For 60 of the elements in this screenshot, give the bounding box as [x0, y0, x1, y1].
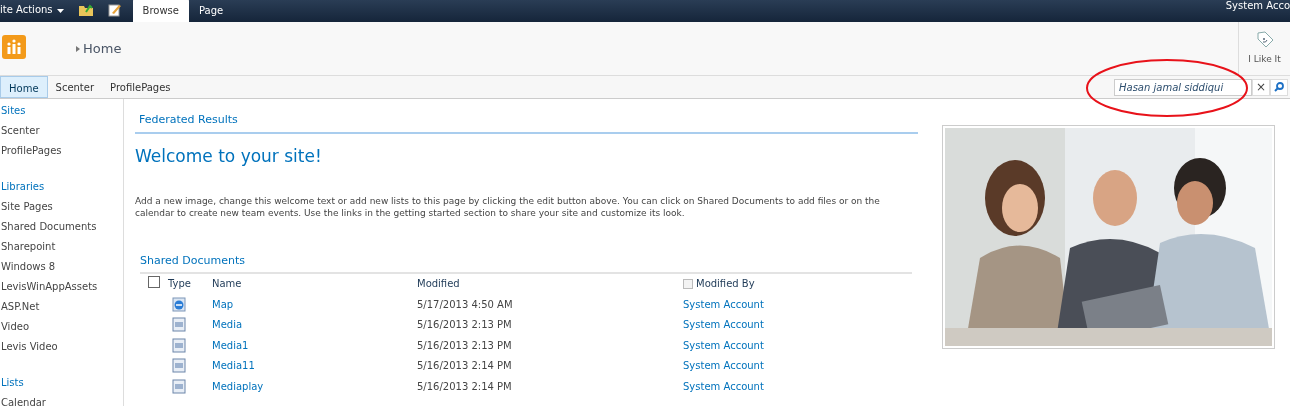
ribbon-tab[interactable]: Browse [132, 0, 189, 22]
arrow-icon [76, 45, 80, 52]
page-heading: Welcome to your site! [135, 144, 323, 168]
sidebar-item[interactable]: Scenter [1, 123, 123, 143]
search-button[interactable] [1270, 78, 1288, 96]
sidebar-item[interactable]: ASP.Net [1, 299, 123, 319]
user-link[interactable]: System Account [683, 319, 764, 331]
document-icon [172, 378, 186, 394]
user-name[interactable]: System Acco [1225, 0, 1290, 11]
ribbon-tab[interactable]: Page [189, 0, 234, 22]
sidebar-item[interactable]: Shared Documents [1, 219, 123, 239]
file-link[interactable]: Map [212, 298, 234, 310]
file-link[interactable]: Mediaplay [212, 380, 264, 392]
nav-tab[interactable]: Home [0, 76, 48, 98]
modified-date: 5/16/2013 2:14 PM [417, 360, 512, 372]
column-header[interactable]: Modified By [696, 278, 755, 290]
column-header[interactable]: Name [212, 278, 242, 290]
sidebar-item[interactable]: Windows 8 [1, 259, 123, 279]
search-field[interactable]: Hasan jamal siddiqui [1114, 78, 1252, 96]
modified-date: 5/17/2013 4:50 AM [417, 298, 513, 310]
sidebar-item[interactable]: ProfilePages [1, 143, 123, 163]
document-icon [172, 317, 186, 333]
web-page-icon [172, 296, 186, 312]
site-actions-menu[interactable]: ite Actions [0, 2, 59, 22]
edit-icon [107, 3, 121, 17]
search-icon [1274, 82, 1284, 92]
sidebar-heading[interactable]: Libraries [1, 179, 123, 199]
modified-date: 5/16/2013 2:14 PM [417, 380, 512, 392]
document-icon [172, 337, 186, 353]
sidebar-item[interactable]: Sharepoint [1, 239, 123, 259]
folder-icon [77, 3, 94, 17]
sidebar-heading[interactable]: Lists [1, 375, 123, 395]
clear-button[interactable]: × [1252, 78, 1270, 96]
like-button[interactable]: I Like It [1238, 21, 1290, 76]
sidebar-heading[interactable]: Sites [1, 103, 123, 123]
nav-tab[interactable]: ProfilePages [102, 76, 179, 98]
user-link[interactable]: System Account [683, 298, 764, 310]
sidebar-item[interactable]: Calendar [1, 395, 123, 406]
column-header[interactable]: Modified [417, 278, 460, 290]
web-part-title[interactable]: Shared Documents [140, 253, 912, 274]
modified-date: 5/16/2013 2:13 PM [417, 339, 512, 351]
file-link[interactable]: Media1 [212, 339, 249, 351]
file-link[interactable]: Media [212, 319, 243, 331]
sidebar-item[interactable]: Video [1, 319, 123, 339]
sidebar-item[interactable]: LevisWinAppAssets [1, 279, 123, 299]
user-link[interactable]: System Account [683, 360, 764, 372]
sidebar-item[interactable]: Site Pages [1, 199, 123, 219]
column-header[interactable]: Type [168, 278, 191, 290]
welcome-text: Add a new image, change this welcome text or add new lists to this page by clicking the edit button above. You can click on Shared Documents to add files or on the calendar to create new team events. Use the links in the getting started section to share your site and customize its look. [135, 195, 881, 219]
user-link[interactable]: System Account [683, 339, 764, 351]
select-all-checkbox[interactable] [148, 275, 160, 288]
modified-date: 5/16/2013 2:13 PM [417, 319, 512, 331]
user-link[interactable]: System Account [683, 380, 764, 392]
file-link[interactable]: Media11 [212, 360, 255, 372]
caret-icon [56, 9, 64, 13]
breadcrumb-title: Home [83, 39, 122, 58]
section-title: Federated Results [135, 109, 918, 134]
nav-tab[interactable]: Scenter [47, 76, 103, 98]
document-icon [172, 358, 186, 374]
sidebar-item[interactable]: Levis Video [1, 339, 123, 359]
